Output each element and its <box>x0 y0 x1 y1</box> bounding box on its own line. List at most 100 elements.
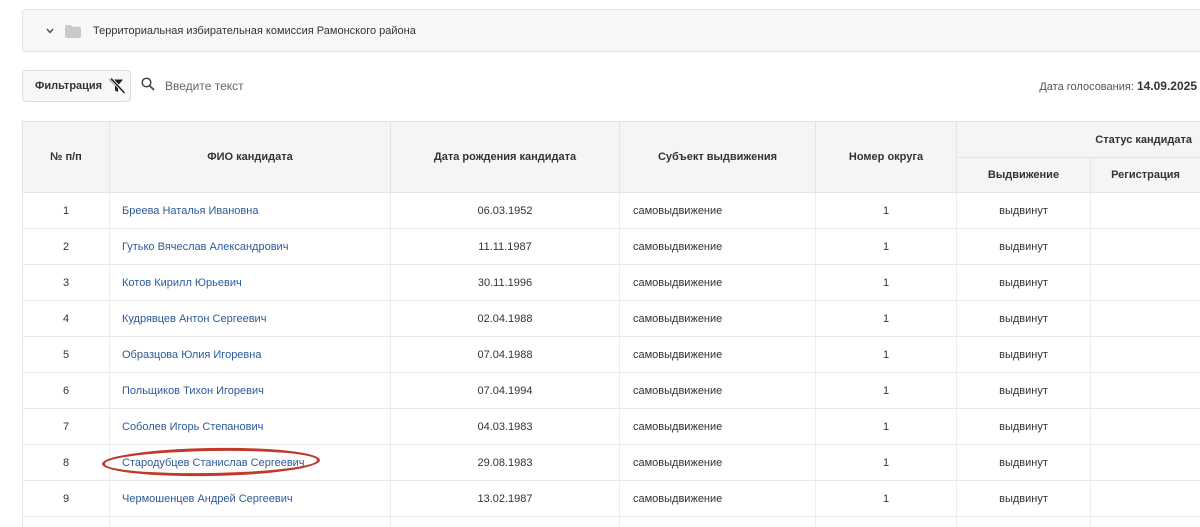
nomination-status: выдвинут <box>957 229 1091 265</box>
registration-status <box>1091 265 1200 301</box>
vote-date-value: 14.09.2025 <box>1137 79 1197 93</box>
chevron-down-icon[interactable] <box>45 26 55 36</box>
row-number: 2 <box>23 229 110 265</box>
table-row: 9 Чермошенцев Андрей Сергеевич 13.02.1987с… <box>23 481 1200 517</box>
candidate-name-cell: Кудрявцев Антон Сергеевич <box>110 301 391 337</box>
nomination-status: выдвинут <box>957 193 1091 229</box>
candidate-name-link[interactable]: Котов Кирилл Юрьевич <box>122 277 242 289</box>
district-number: 1 <box>816 301 957 337</box>
header-registration[interactable]: Регистрация <box>1091 158 1200 193</box>
row-number: 5 <box>23 337 110 373</box>
nomination-subject: самовыдвижение <box>620 337 816 373</box>
candidate-name-cell: Образцова Юлия Игоревна <box>110 337 391 373</box>
nomination-subject: самовыдвижение <box>620 373 816 409</box>
nomination-status: выдвинут <box>957 373 1091 409</box>
registration-status <box>1091 337 1200 373</box>
registration-status <box>1091 481 1200 517</box>
vote-date-label: Дата голосования: <box>1039 81 1134 93</box>
candidate-name-cell: Гутько Вячеслав Александрович <box>110 229 391 265</box>
row-number: 8 <box>23 445 110 481</box>
candidate-name-link[interactable]: Бреева Наталья Ивановна <box>122 205 258 217</box>
search-icon[interactable] <box>141 77 155 96</box>
candidate-name-link[interactable]: Стародубцев Станислав Сергеевич <box>122 457 305 469</box>
table-row: 1 Бреева Наталья Ивановна 06.03.1952самовы… <box>23 193 1200 229</box>
vote-date: Дата голосования: 14.09.2025 <box>1039 79 1197 93</box>
nomination-subject: самовыдвижение <box>620 409 816 445</box>
birth-date: 04.03.1983 <box>391 409 620 445</box>
district-number: 1 <box>816 337 957 373</box>
nomination-status: выдвинут <box>957 481 1091 517</box>
nomination-status: выдвинут <box>957 301 1091 337</box>
table-row: 4 Кудрявцев Антон Сергеевич 02.04.1988само… <box>23 301 1200 337</box>
candidate-name-cell: Котов Кирилл Юрьевич <box>110 265 391 301</box>
registration-status <box>1091 409 1200 445</box>
toolbar: Фильтрация Дата голосования: 14.09.2025 <box>22 69 1200 103</box>
commission-title: Территориальная избирательная комиссия Р… <box>93 25 416 37</box>
table-row: 3Котов Кирилл Юрьевич30.11.1996самовыдви… <box>23 265 1200 301</box>
header-name[interactable]: ФИО кандидата <box>110 122 391 193</box>
search-input[interactable] <box>165 79 425 93</box>
header-district[interactable]: Номер округа <box>816 122 957 193</box>
birth-date: 07.04.1988 <box>391 337 620 373</box>
candidate-name-link[interactable]: Гутько Вячеслав Александрович <box>122 241 288 253</box>
candidate-name-cell: Чермошенцев Андрей Сергеевич <box>110 481 391 517</box>
candidate-name-link[interactable]: Кудрявцев Антон Сергеевич <box>122 313 266 325</box>
nomination-subject: самовыдвижение <box>620 301 816 337</box>
nomination-status: выдвинут <box>957 445 1091 481</box>
registration-status <box>1091 193 1200 229</box>
table-row: 6 Польщиков Тихон Игоревич 07.04.1994самов… <box>23 373 1200 409</box>
filter-button-label: Фильтрация <box>35 80 102 92</box>
candidate-name-link[interactable]: Чермошенцев Андрей Сергеевич <box>122 493 293 505</box>
row-number: 9 <box>23 481 110 517</box>
commission-panel[interactable]: Территориальная избирательная комиссия Р… <box>22 9 1200 52</box>
header-num[interactable]: № п/п <box>23 122 110 193</box>
registration-status <box>1091 445 1200 481</box>
row-number: 4 <box>23 301 110 337</box>
district-number: 1 <box>816 229 957 265</box>
district-number: 1 <box>816 481 957 517</box>
candidate-name-cell: Польщиков Тихон Игоревич <box>110 373 391 409</box>
candidates-table: № п/п ФИО кандидата Дата рождения кандид… <box>22 121 1200 527</box>
birth-date: 02.04.1988 <box>391 301 620 337</box>
district-number: 1 <box>816 373 957 409</box>
candidate-name-link[interactable]: Соболев Игорь Степанович <box>122 421 263 433</box>
folder-icon <box>65 25 81 37</box>
filter-button[interactable]: Фильтрация <box>22 70 131 102</box>
candidate-name-link[interactable]: Польщиков Тихон Игоревич <box>122 385 264 397</box>
row-number: 1 <box>23 193 110 229</box>
nomination-status: выдвинут <box>957 337 1091 373</box>
candidate-name-cell: Соболев Игорь Степанович <box>110 409 391 445</box>
table-row: 2 Гутько Вячеслав Александрович 11.11.1987… <box>23 229 1200 265</box>
nomination-subject: самовыдвижение <box>620 481 816 517</box>
table-row: 5 Образцова Юлия Игоревна 07.04.1988самовы… <box>23 337 1200 373</box>
header-subject[interactable]: Субъект выдвижения <box>620 122 816 193</box>
nomination-status: выдвинут <box>957 409 1091 445</box>
birth-date: 30.11.1996 <box>391 265 620 301</box>
candidate-name-cell: Стародубцев Станислав Сергеевич <box>110 445 391 481</box>
district-number: 1 <box>816 445 957 481</box>
nomination-status: выдвинут <box>957 265 1091 301</box>
birth-date: 06.03.1952 <box>391 193 620 229</box>
birth-date: 11.11.1987 <box>391 229 620 265</box>
header-nomination[interactable]: Выдвижение <box>957 158 1091 193</box>
table-row: 8 Стародубцев Станислав Сергеевич 29.08.19… <box>23 445 1200 481</box>
row-number: 7 <box>23 409 110 445</box>
birth-date: 13.02.1987 <box>391 481 620 517</box>
district-number: 1 <box>816 193 957 229</box>
filter-off-icon <box>108 78 126 94</box>
search-box <box>141 77 425 96</box>
birth-date: 07.04.1994 <box>391 373 620 409</box>
birth-date: 29.08.1983 <box>391 445 620 481</box>
row-number: 6 <box>23 373 110 409</box>
registration-status <box>1091 229 1200 265</box>
candidate-name-link[interactable]: Образцова Юлия Игоревна <box>122 349 261 361</box>
candidate-name-cell: Бреева Наталья Ивановна <box>110 193 391 229</box>
registration-status <box>1091 373 1200 409</box>
nomination-subject: самовыдвижение <box>620 193 816 229</box>
row-number: 3 <box>23 265 110 301</box>
header-birth[interactable]: Дата рождения кандидата <box>391 122 620 193</box>
district-number: 1 <box>816 409 957 445</box>
district-number: 1 <box>816 265 957 301</box>
table-row: 7 Соболев Игорь Степанович 04.03.1983самов… <box>23 409 1200 445</box>
header-status: Статус кандидата <box>957 122 1200 158</box>
